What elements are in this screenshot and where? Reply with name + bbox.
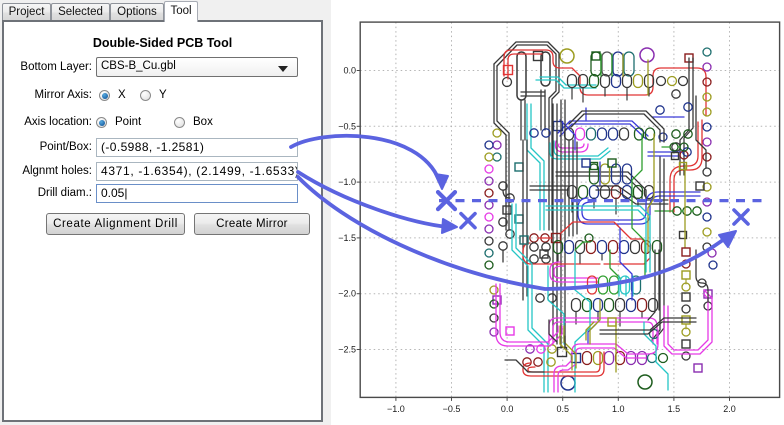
- svg-text:−0.5: −0.5: [443, 404, 461, 414]
- svg-text:−1.0: −1.0: [338, 177, 356, 187]
- svg-text:1.0: 1.0: [612, 404, 625, 414]
- svg-text:0.5: 0.5: [556, 404, 569, 414]
- svg-text:0.0: 0.0: [501, 404, 514, 414]
- svg-text:1.5: 1.5: [668, 404, 681, 414]
- svg-text:−2.5: −2.5: [338, 345, 356, 355]
- svg-text:−0.5: −0.5: [338, 121, 356, 131]
- svg-text:−2.0: −2.0: [338, 289, 356, 299]
- svg-text:−1.5: −1.5: [338, 233, 356, 243]
- svg-text:−1.0: −1.0: [387, 404, 405, 414]
- svg-text:2.0: 2.0: [723, 404, 736, 414]
- svg-text:0.0: 0.0: [343, 66, 356, 76]
